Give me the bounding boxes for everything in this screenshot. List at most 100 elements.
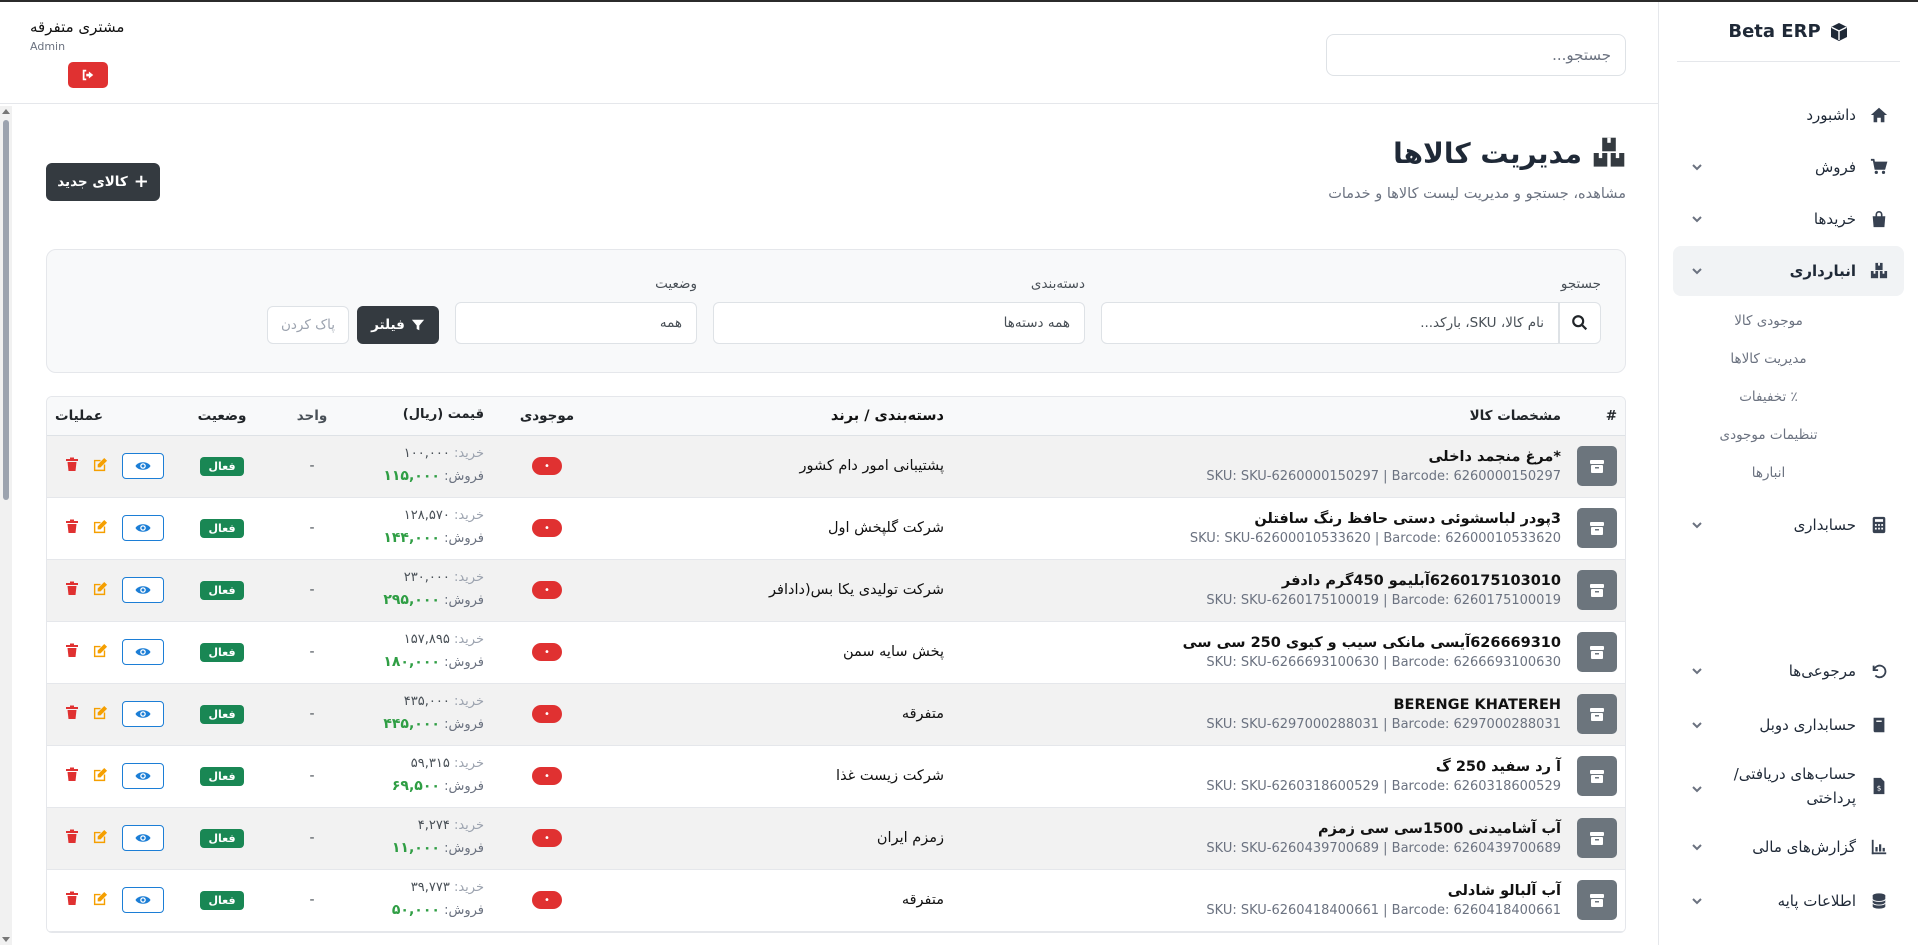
page-scrollbar[interactable] [0, 106, 12, 945]
product-name: آب آشامیدنی 1500سی سی زمزم [1318, 820, 1561, 837]
sell-label: فروش: [444, 779, 484, 794]
view-button[interactable] [122, 453, 164, 479]
delete-button[interactable] [65, 705, 79, 723]
sidebar-item-inventory[interactable]: انبارداری [1673, 246, 1904, 296]
delete-button[interactable] [65, 829, 79, 847]
search-icon [1572, 315, 1588, 331]
table-row[interactable]: 6260175103010آبلیمو 450گرم دادفر SKU: SK… [47, 559, 1625, 621]
product-category: زمزم ایران [876, 830, 944, 846]
view-button[interactable] [122, 763, 164, 789]
category-select[interactable]: همه دسته‌ها [713, 302, 1085, 344]
scrollbar-thumb[interactable] [3, 120, 9, 500]
new-product-button[interactable]: + کالای جدید [46, 163, 160, 201]
status-select[interactable]: همه [455, 302, 697, 344]
logout-button[interactable] [68, 62, 108, 88]
chevron-down-icon[interactable] [1687, 211, 1703, 227]
scroll-down-arrow[interactable] [2, 937, 10, 942]
chevron-down-icon[interactable] [1687, 263, 1703, 279]
view-button[interactable] [122, 639, 164, 665]
edit-button[interactable] [93, 519, 108, 538]
trash-icon [66, 767, 78, 781]
product-sku: SKU: SKU-62600010533620 | Barcode: 62600… [1189, 530, 1561, 546]
buy-price: ۱۲۸,۵۷۰ [403, 508, 450, 524]
subnav-item-products[interactable]: مدیریت کالاها [1673, 340, 1904, 378]
edit-button[interactable] [93, 457, 108, 476]
delete-button[interactable] [65, 891, 79, 909]
status-badge: فعال [200, 704, 244, 724]
sidebar-item-receivables[interactable]: $ حساب‌های دریافتی/ پرداختی [1673, 753, 1904, 819]
sidebar-item-returns[interactable]: مرجوعی‌ها [1673, 645, 1904, 697]
table-row[interactable]: 3پودر لباسشوئی دستی حافظ رنگ سافتلن SKU:… [47, 497, 1625, 559]
delete-button[interactable] [65, 519, 79, 537]
sell-label: فروش: [444, 593, 484, 608]
view-button[interactable] [122, 701, 164, 727]
view-button[interactable] [122, 577, 164, 603]
chevron-down-icon[interactable] [1687, 517, 1703, 533]
table-row[interactable]: BERENGE KHATEREH SKU: SKU-6297000288031 … [47, 683, 1625, 745]
edit-button[interactable] [93, 643, 108, 662]
stock-badge: • [532, 705, 562, 724]
status-badge: فعال [200, 642, 244, 662]
eye-icon [135, 710, 151, 718]
clear-button[interactable]: پاک کردن [267, 306, 349, 344]
subnav-item-warehouses[interactable]: انبارها [1673, 454, 1904, 492]
sidebar-item-dashboard[interactable]: داشبورد [1673, 90, 1904, 140]
undo-icon [1868, 660, 1890, 682]
sell-price: ۱۱۵,۰۰۰ [383, 468, 440, 484]
subnav-item-stock[interactable]: موجودی کالا [1673, 302, 1904, 340]
chevron-down-icon[interactable] [1687, 717, 1703, 733]
product-name: 626669310آیسی مانکی سیب و کیوی 250 سی سی [1182, 634, 1561, 651]
buy-label: خرید: [453, 880, 484, 896]
sidebar-item-financial-reports[interactable]: گزارش‌های مالی [1673, 821, 1904, 873]
edit-button[interactable] [93, 829, 108, 848]
product-thumbnail [1577, 756, 1617, 796]
row-actions [55, 887, 164, 913]
sidebar-item-accounting[interactable]: حسابداری [1673, 500, 1904, 550]
delete-button[interactable] [65, 643, 79, 661]
table-header-row: # مشخصات کالا دسته‌بندی / برند موجودی قی… [47, 397, 1625, 436]
stock-badge: • [532, 581, 562, 600]
search-filter-input[interactable]: نام کالا، SKU، بارکد... [1101, 302, 1559, 344]
global-search-input[interactable] [1326, 34, 1626, 76]
product-thumbnail [1577, 880, 1617, 920]
table-row[interactable]: آب آلبالو شادلی SKU: SKU-6260418400661 |… [47, 869, 1625, 931]
product-thumbnail [1577, 694, 1617, 734]
table-row[interactable]: *مرغ منجمد داخلی SKU: SKU-6260000150297 … [47, 435, 1625, 497]
edit-button[interactable] [93, 581, 108, 600]
edit-icon [93, 643, 108, 657]
chevron-down-icon[interactable] [1687, 778, 1703, 794]
status-badge: فعال [200, 890, 244, 910]
chevron-down-icon[interactable] [1687, 159, 1703, 175]
delete-button[interactable] [65, 767, 79, 785]
subnav-item-discounts[interactable]: ٪ تخفیفات [1673, 378, 1904, 416]
edit-button[interactable] [93, 705, 108, 724]
chevron-down-icon[interactable] [1687, 663, 1703, 679]
chevron-down-icon[interactable] [1687, 839, 1703, 855]
scroll-up-arrow[interactable] [2, 109, 10, 114]
view-button[interactable] [122, 825, 164, 851]
chevron-down-icon[interactable] [1687, 893, 1703, 909]
subnav-item-stock-settings[interactable]: تنظیمات موجودی [1673, 416, 1904, 454]
edit-button[interactable] [93, 767, 108, 786]
view-button[interactable] [122, 887, 164, 913]
stock-badge: • [532, 457, 562, 476]
sidebar-item-purchases[interactable]: خریدها [1673, 194, 1904, 244]
edit-button[interactable] [93, 891, 108, 910]
sidebar-item-base-info[interactable]: اطلاعات پایه [1673, 875, 1904, 927]
table-row[interactable]: آب آشامیدنی 1500سی سی زمزم SKU: SKU-6260… [47, 807, 1625, 869]
brand-logo[interactable]: Beta ERP [1677, 2, 1900, 62]
invoice-icon: $ [1868, 775, 1890, 797]
sidebar-item-sales[interactable]: فروش [1673, 142, 1904, 192]
eye-icon [135, 586, 151, 594]
delete-button[interactable] [65, 457, 79, 475]
view-button[interactable] [122, 515, 164, 541]
sidebar-item-double-entry[interactable]: حسابداری دوبل [1673, 699, 1904, 751]
search-submit-button[interactable] [1559, 302, 1601, 344]
edit-icon [93, 891, 108, 905]
edit-icon [93, 457, 108, 471]
table-row[interactable]: آ رد سفید 250 گ SKU: SKU-6260318600529 |… [47, 745, 1625, 807]
table-row[interactable]: 626669310آیسی مانکی سیب و کیوی 250 سی سی… [47, 621, 1625, 683]
filter-button[interactable]: فیلتر [357, 306, 439, 344]
delete-button[interactable] [65, 581, 79, 599]
svg-text:$: $ [1877, 784, 1882, 793]
